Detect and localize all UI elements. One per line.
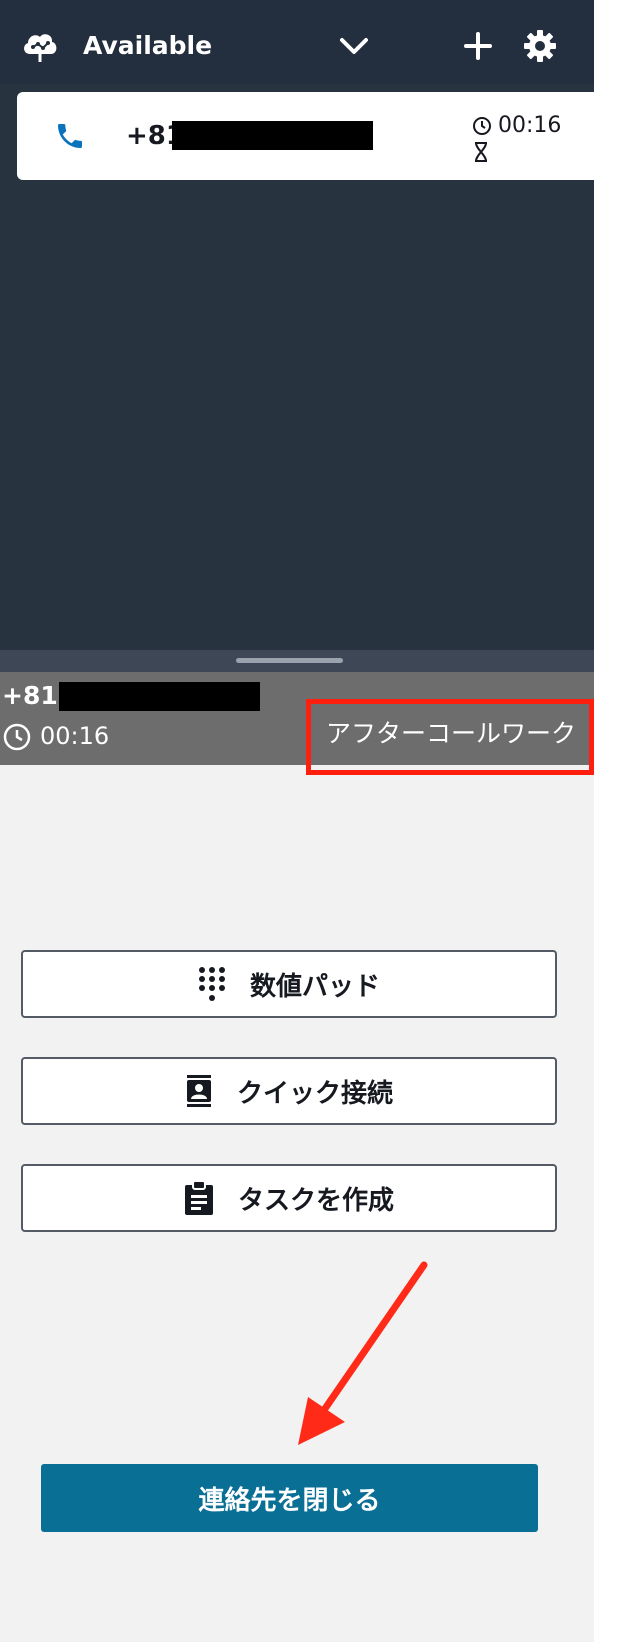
plus-icon[interactable] xyxy=(460,28,496,64)
quick-connect-button[interactable]: クイック接続 xyxy=(21,1057,557,1125)
strip-timer: 00:16 xyxy=(40,722,110,750)
redacted-number-block xyxy=(59,682,260,711)
contact-timer: 00:16 xyxy=(498,113,562,138)
hourglass-icon xyxy=(475,142,487,162)
close-contact-button[interactable]: 連絡先を閉じる xyxy=(41,1464,538,1532)
gear-icon[interactable] xyxy=(520,26,560,66)
strip-phone-number: +81 xyxy=(2,681,58,710)
clock-icon xyxy=(473,117,491,135)
phone-icon xyxy=(58,124,82,148)
create-task-button[interactable]: タスクを作成 xyxy=(21,1164,557,1232)
contact-book-icon xyxy=(186,1075,211,1107)
resize-handle[interactable] xyxy=(236,658,343,663)
clipboard-icon xyxy=(184,1181,213,1215)
redacted-number-block xyxy=(172,121,373,150)
number-pad-label: 数値パッド xyxy=(249,971,380,1002)
quick-connect-label: クイック接続 xyxy=(236,1078,393,1109)
clock-icon xyxy=(3,723,31,751)
contact-control-panel: Available +81 00:16 +81 00:16 アフターコールワーク… xyxy=(0,0,594,1642)
cloud-logo-icon xyxy=(24,34,57,62)
dialpad-icon xyxy=(198,967,225,1001)
window-edge xyxy=(594,0,622,1642)
create-task-label: タスクを作成 xyxy=(237,1185,394,1216)
agent-status-label[interactable]: Available xyxy=(83,28,212,64)
number-pad-button[interactable]: 数値パッド xyxy=(21,950,557,1018)
close-contact-label: 連絡先を閉じる xyxy=(198,1485,381,1516)
highlight-box-annotation xyxy=(306,699,594,775)
chevron-down-icon[interactable] xyxy=(336,30,372,62)
